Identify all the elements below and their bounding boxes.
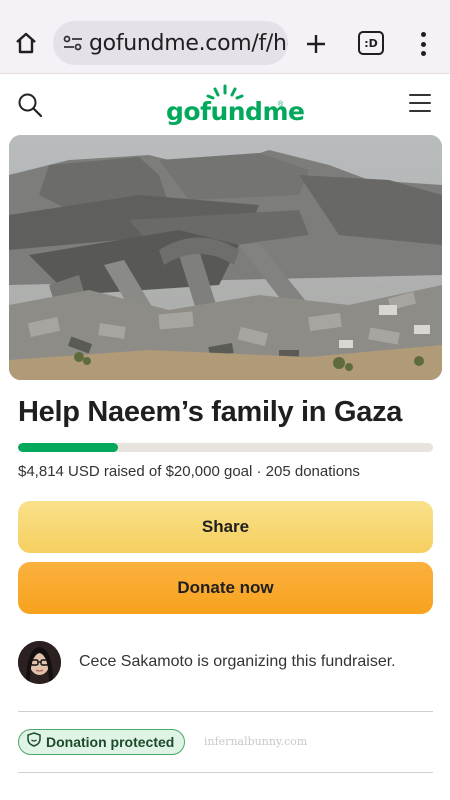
divider bbox=[18, 711, 433, 712]
donate-now-button[interactable]: Donate now bbox=[18, 562, 433, 614]
avatar[interactable] bbox=[18, 641, 61, 684]
campaign-title: Help Naeem’s family in Gaza bbox=[18, 396, 403, 428]
donation-protected-badge[interactable]: Donation protected bbox=[18, 729, 186, 755]
home-icon[interactable] bbox=[12, 29, 40, 57]
url-text: gofundme.com/f/help-naeems-family-in-gaz… bbox=[89, 30, 288, 56]
hamburger-menu-icon[interactable] bbox=[409, 94, 431, 112]
registered-mark: ® bbox=[278, 101, 284, 108]
plus-icon[interactable] bbox=[300, 28, 332, 60]
search-icon[interactable] bbox=[17, 92, 43, 118]
campaign-hero-image[interactable] bbox=[9, 135, 442, 380]
tab-switcher-label: :D bbox=[364, 36, 378, 50]
tab-switcher-icon[interactable]: :D bbox=[358, 31, 384, 55]
donation-protected-label: Donation protected bbox=[46, 734, 175, 750]
organizer-text: Cece Sakamoto is organizing this fundrai… bbox=[79, 653, 396, 670]
share-button[interactable]: Share bbox=[18, 501, 433, 553]
more-vert-icon[interactable] bbox=[411, 28, 435, 60]
tune-icon[interactable] bbox=[63, 32, 83, 54]
divider bbox=[18, 772, 433, 773]
browser-toolbar: gofundme.com/f/help-naeems-family-in-gaz… bbox=[0, 0, 450, 74]
logo-text: gofundme bbox=[166, 97, 305, 126]
shield-icon bbox=[27, 732, 41, 752]
address-bar[interactable]: gofundme.com/f/help-naeems-family-in-gaz… bbox=[53, 21, 288, 65]
raised-summary: $4,814 USD raised of $20,000 goal · 205 … bbox=[18, 463, 360, 480]
gofundme-logo[interactable]: gofundme ® bbox=[166, 83, 305, 127]
progress-fill bbox=[18, 443, 118, 452]
fundraising-progress-bar bbox=[18, 443, 433, 452]
watermark-text: infernalbunny.com bbox=[204, 735, 308, 748]
